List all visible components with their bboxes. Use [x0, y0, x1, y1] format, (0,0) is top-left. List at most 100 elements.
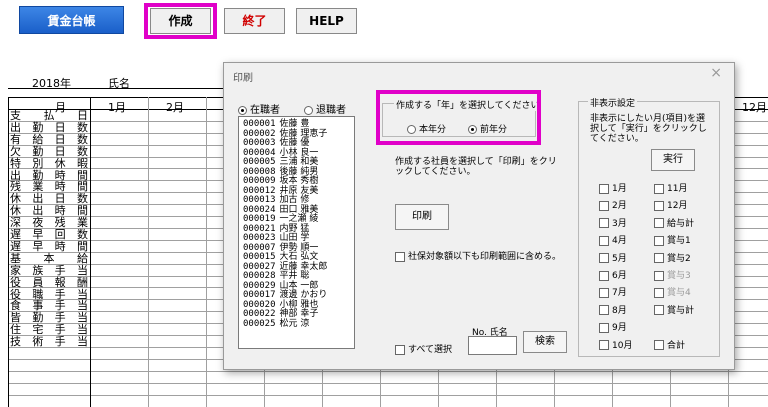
- employee-no: 000020: [243, 299, 276, 310]
- employee-name: 小柳 雅也: [279, 299, 319, 310]
- row-label-char: 欠: [10, 144, 21, 158]
- employee-name: 佐藤 優: [279, 138, 310, 148]
- ledger-button[interactable]: 賃金台帳: [19, 6, 124, 34]
- hide-item-checkbox[interactable]: 12月: [654, 198, 687, 211]
- checkbox-icon: [599, 235, 609, 246]
- employee-no: 000015: [243, 252, 276, 262]
- employee-list[interactable]: 000001 佐藤 豊 000002 佐藤 理恵子 000003 佐藤 優 000004 小林…: [238, 116, 355, 349]
- hide-item-label: 合計: [667, 340, 686, 351]
- row-label-char: 出: [32, 204, 44, 218]
- row-label-char: 手: [54, 287, 66, 301]
- sheet-row-label: 特別休暇: [10, 158, 88, 169]
- row-label-char: 給: [32, 132, 44, 146]
- execute-button[interactable]: 実行: [651, 149, 695, 171]
- row-label-char: 間: [76, 204, 88, 218]
- select-all-checkbox[interactable]: すべて選択: [395, 342, 452, 355]
- hide-item-checkbox[interactable]: 4月: [599, 233, 627, 246]
- row-label-char: 住: [10, 323, 21, 337]
- hide-item-label: 賞与計: [667, 305, 695, 316]
- search-button[interactable]: 検索: [523, 331, 567, 353]
- hide-item-checkbox[interactable]: 8月: [599, 303, 627, 316]
- hide-item-checkbox[interactable]: 5月: [599, 251, 627, 264]
- social-insurance-checkbox[interactable]: 社保対象額以下も印刷範囲に含める。: [395, 249, 561, 262]
- select-all-label: すべて選択: [408, 345, 453, 355]
- employee-no: 000005: [243, 157, 276, 167]
- checkbox-icon: [599, 322, 609, 333]
- hide-item-checkbox[interactable]: 1月: [599, 181, 627, 194]
- employee-no: 000009: [243, 176, 276, 186]
- employee-name: 松元 涼: [279, 318, 310, 329]
- retired-radio[interactable]: 退職者: [304, 101, 346, 116]
- hide-item-checkbox[interactable]: 賞与計: [654, 303, 694, 316]
- row-label-char: 間: [76, 239, 88, 253]
- employee-name: 山本 一郎: [279, 280, 319, 291]
- row-label-char: 勤: [32, 144, 44, 158]
- help-button[interactable]: HELP: [296, 8, 357, 34]
- employee-no: 000001: [243, 119, 276, 129]
- print-button[interactable]: 印刷: [395, 204, 449, 230]
- hide-item-checkbox[interactable]: 賞与2: [654, 251, 691, 264]
- close-icon[interactable]: ×: [710, 65, 722, 81]
- hide-item-checkbox[interactable]: 11月: [654, 181, 687, 194]
- employee-name: 大石 弘文: [279, 252, 319, 262]
- row-label-char: 給: [77, 251, 88, 265]
- row-label-char: 休: [10, 204, 21, 218]
- employee-name: 内野 猛: [279, 223, 310, 234]
- row-label-char: 数: [76, 192, 88, 206]
- hide-item-checkbox[interactable]: 10月: [599, 338, 632, 351]
- row-label-char: 手: [54, 311, 66, 325]
- hide-item-checkbox[interactable]: 合計: [654, 338, 685, 351]
- row-label-char: 家: [10, 263, 21, 277]
- row-label-char: 当: [76, 335, 88, 349]
- employee-list-item[interactable]: 000025 松元 涼: [243, 318, 310, 329]
- row-label-char: 時: [54, 168, 66, 182]
- checkbox-icon: [654, 305, 664, 316]
- enrolled-radio[interactable]: 在職者: [238, 101, 280, 116]
- hide-item-checkbox[interactable]: 6月: [599, 268, 627, 281]
- hide-item-checkbox[interactable]: 給与計: [654, 216, 694, 229]
- employee-no: 000012: [243, 185, 276, 196]
- row-label-char: 技: [10, 335, 21, 349]
- end-button[interactable]: 終了: [224, 8, 285, 34]
- employee-no: 000024: [243, 204, 276, 215]
- sheet-col-jan: 1月: [108, 101, 126, 114]
- hidden-instruction: 非表示にしたい月(項目)を選択して「実行」をクリックしてください。: [590, 114, 707, 144]
- row-label-char: 当: [76, 263, 88, 277]
- year-group-highlight: [376, 90, 541, 145]
- employee-name: 小林 良一: [279, 147, 319, 158]
- hide-item-checkbox[interactable]: 9月: [599, 320, 627, 333]
- row-label-char: 当: [76, 299, 88, 313]
- row-label-char: 日: [54, 144, 66, 158]
- sheet-row-label: 遅早時間: [10, 241, 88, 252]
- checkbox-icon: [599, 253, 609, 264]
- row-label-char: 数: [76, 228, 88, 241]
- create-button[interactable]: 作成: [150, 8, 211, 34]
- row-label-char: 特: [10, 156, 21, 170]
- hide-item-checkbox[interactable]: 賞与3: [654, 268, 691, 281]
- row-label-char: 間: [76, 168, 88, 182]
- hide-item-label: 2月: [612, 201, 627, 212]
- hide-item-label: 賞与3: [667, 271, 691, 281]
- employee-no: 000023: [243, 233, 276, 243]
- sheet-row-label: 残業時間: [10, 181, 88, 192]
- employee-name: 佐藤 理恵子: [279, 128, 328, 139]
- row-label-char: 時: [54, 239, 66, 253]
- employee-no: 000028: [243, 271, 276, 281]
- social-insurance-label: 社保対象額以下も印刷範囲に含める。: [408, 252, 562, 262]
- employee-no: 000021: [243, 223, 276, 234]
- hide-item-label: 賞与1: [667, 236, 691, 247]
- row-label-char: 日: [54, 132, 66, 146]
- hide-item-checkbox[interactable]: 賞与1: [654, 233, 691, 246]
- hide-item-checkbox[interactable]: 3月: [599, 216, 627, 229]
- row-label-char: 役: [10, 287, 21, 301]
- hide-item-checkbox[interactable]: 2月: [599, 198, 627, 211]
- employee-no: 000029: [243, 280, 276, 291]
- row-label-char: 出: [10, 168, 21, 182]
- row-label-char: 皆: [10, 311, 21, 325]
- employee-name: 井原 友美: [279, 185, 319, 196]
- instruction-text: 作成する社員を選択して「印刷」をクリックしてください。: [395, 157, 557, 177]
- search-input[interactable]: [468, 336, 517, 355]
- hide-item-checkbox[interactable]: 賞与4: [654, 285, 691, 298]
- hide-item-checkbox[interactable]: 7月: [599, 285, 627, 298]
- employee-name: 近藤 幸太郎: [279, 261, 328, 272]
